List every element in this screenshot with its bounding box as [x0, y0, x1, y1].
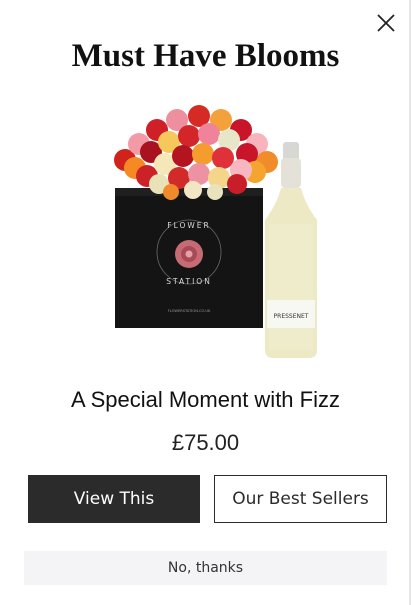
box-brand-top: FLOWER: [167, 221, 211, 230]
box-brand-bottom: STATION: [166, 277, 212, 286]
product-image[interactable]: FLOWER STATION FLOWERSTATION.CO.UK PRESS…: [95, 100, 325, 365]
bottle-label: PRESSENET: [274, 313, 309, 320]
close-icon[interactable]: [375, 12, 397, 34]
no-thanks-button[interactable]: No, thanks: [24, 551, 387, 585]
popup-title: Must Have Blooms: [71, 38, 340, 74]
box-website: FLOWERSTATION.CO.UK: [168, 309, 211, 313]
view-this-button[interactable]: View This: [28, 475, 200, 523]
best-sellers-button[interactable]: Our Best Sellers: [214, 475, 387, 523]
promo-popup: Must Have Blooms FLOWER STATION FLOWERST…: [0, 0, 411, 605]
product-name: A Special Moment with Fizz: [71, 387, 340, 412]
product-price: £75.00: [171, 430, 240, 455]
